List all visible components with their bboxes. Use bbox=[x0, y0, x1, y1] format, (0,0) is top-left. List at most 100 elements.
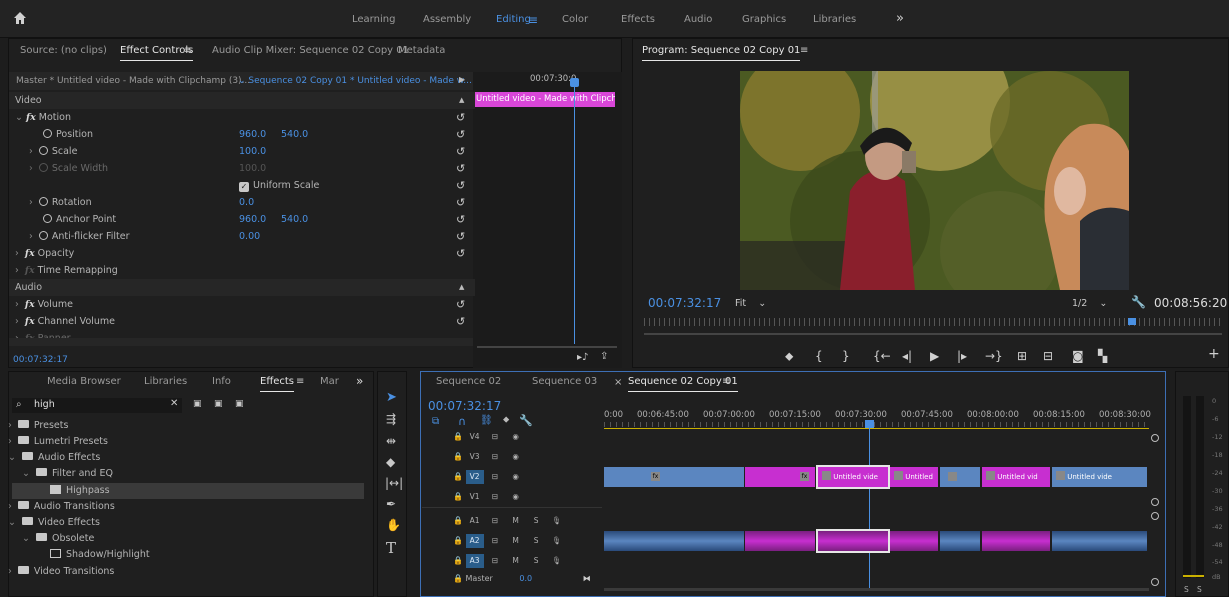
audio-clip[interactable] bbox=[745, 531, 815, 551]
stopwatch-icon[interactable] bbox=[38, 146, 48, 155]
tab-libraries[interactable]: Libraries bbox=[144, 376, 187, 387]
param-anchor-point[interactable]: Anchor Point 960.0 540.0 ↺ bbox=[9, 211, 475, 228]
mute-button[interactable]: M bbox=[507, 554, 525, 568]
track-header-master[interactable]: 🔒 Master 0.0 ⧓ bbox=[453, 570, 591, 588]
video-clip[interactable]: Untitled vid bbox=[982, 467, 1050, 487]
timeline-playhead-handle[interactable] bbox=[865, 420, 874, 428]
add-button-icon[interactable]: + bbox=[1208, 346, 1220, 362]
solo-button[interactable]: S bbox=[527, 554, 545, 568]
go-to-in-icon[interactable]: {← bbox=[873, 349, 891, 363]
linked-selection-icon[interactable]: ⛓ bbox=[480, 415, 493, 426]
mark-in-icon[interactable]: { bbox=[815, 349, 823, 363]
comparison-view-icon[interactable]: ▚ bbox=[1098, 349, 1107, 363]
solo-button[interactable]: S bbox=[527, 514, 545, 528]
workspace-editing[interactable]: Editing bbox=[496, 14, 531, 25]
sync-lock-icon[interactable]: ⊟ bbox=[486, 534, 504, 548]
effect-volume[interactable]: › fx Volume ↺ bbox=[9, 296, 475, 313]
param-uniform-scale[interactable]: ✓ Uniform Scale ↺ bbox=[9, 177, 475, 194]
video-clip-selected[interactable]: Untitled vide bbox=[816, 465, 890, 489]
chevron-right-icon[interactable]: › bbox=[8, 566, 12, 577]
mute-button[interactable]: M bbox=[507, 514, 525, 528]
slip-tool-icon[interactable]: |↔| bbox=[385, 476, 403, 490]
accelerated-effects-icon[interactable]: ▣ bbox=[193, 399, 202, 409]
lock-icon[interactable]: 🔒 bbox=[453, 472, 463, 481]
tab-info[interactable]: Info bbox=[212, 376, 231, 387]
lock-icon[interactable]: 🔒 bbox=[453, 452, 463, 461]
camera-icon[interactable]: ◙ bbox=[1072, 349, 1084, 363]
go-to-out-icon[interactable]: →} bbox=[985, 349, 1003, 363]
reset-icon[interactable]: ↺ bbox=[456, 126, 465, 143]
eye-icon[interactable]: ◉ bbox=[507, 430, 525, 444]
program-playhead[interactable] bbox=[1128, 318, 1136, 325]
yuv-effects-icon[interactable]: ▣ bbox=[235, 399, 244, 409]
hamburger-icon[interactable]: ≡ bbox=[722, 376, 730, 387]
eye-icon[interactable]: ◉ bbox=[507, 450, 525, 464]
video-clip[interactable] bbox=[940, 467, 980, 487]
lock-icon[interactable]: 🔒 bbox=[453, 432, 463, 441]
solo-right-button[interactable]: S bbox=[1197, 585, 1202, 594]
add-marker-icon[interactable]: ⬥ bbox=[785, 349, 793, 364]
workspace-assembly[interactable]: Assembly bbox=[423, 14, 471, 25]
param-rotation[interactable]: › Rotation 0.0 ↺ bbox=[9, 194, 475, 211]
reset-icon[interactable]: ↺ bbox=[456, 160, 465, 177]
audio-clip-selected[interactable] bbox=[816, 529, 890, 553]
chevron-right-icon[interactable]: › bbox=[15, 316, 19, 327]
stopwatch-icon[interactable] bbox=[43, 214, 52, 223]
audio-clip[interactable] bbox=[604, 531, 744, 551]
master-track-value[interactable]: 0.0 bbox=[519, 574, 532, 583]
collapse-arrow-icon[interactable]: ▲ bbox=[459, 279, 464, 296]
hamburger-icon[interactable]: ≡ bbox=[800, 45, 808, 56]
track-header-a1[interactable]: 🔒 A1 ⊟ M S 🎙 bbox=[453, 512, 566, 530]
reset-icon[interactable]: ↺ bbox=[456, 313, 465, 330]
timeline-horizontal-scrollbar[interactable] bbox=[604, 588, 1149, 591]
sequence-clip-dropdown[interactable]: ⌄ Sequence 02 Copy 01 * Untitled video -… bbox=[238, 76, 472, 86]
fx-icon[interactable]: fx bbox=[25, 248, 35, 259]
tree-item-video-transitions[interactable]: › Video Transitions bbox=[8, 564, 114, 580]
play-icon[interactable]: ▶ bbox=[930, 349, 939, 363]
vertical-scroll-handle[interactable] bbox=[1151, 578, 1159, 586]
vertical-scroll-handle[interactable] bbox=[1151, 434, 1159, 442]
position-x-value[interactable]: 960.0 bbox=[239, 126, 266, 143]
workspace-overflow-button[interactable]: » bbox=[896, 11, 904, 26]
anchor-y-value[interactable]: 540.0 bbox=[281, 211, 308, 228]
lift-icon[interactable]: ⊞ bbox=[1017, 349, 1027, 363]
scale-value[interactable]: 100.0 bbox=[239, 143, 266, 160]
sync-lock-icon[interactable]: ⊟ bbox=[486, 514, 504, 528]
chevron-right-icon[interactable]: › bbox=[15, 265, 19, 276]
chevron-down-icon[interactable]: ⌄ bbox=[8, 517, 16, 528]
tree-item-lumetri-presets[interactable]: › Lumetri Presets bbox=[8, 434, 108, 450]
sync-lock-icon[interactable]: ⊟ bbox=[486, 490, 504, 504]
tree-item-video-effects[interactable]: ⌄ Video Effects bbox=[8, 515, 100, 531]
chevron-right-icon[interactable]: › bbox=[8, 420, 12, 431]
workspace-color[interactable]: Color bbox=[562, 14, 588, 25]
mark-out-icon[interactable]: } bbox=[842, 349, 850, 363]
sync-lock-icon[interactable]: ⊟ bbox=[486, 430, 504, 444]
home-icon[interactable] bbox=[12, 10, 28, 26]
param-position[interactable]: Position 960.0 540.0 ↺ bbox=[9, 126, 475, 143]
work-area-bar[interactable] bbox=[604, 428, 1149, 429]
tab-effect-controls[interactable]: Effect Controls bbox=[120, 45, 194, 61]
program-video-frame[interactable] bbox=[740, 71, 1129, 290]
master-clip-label[interactable]: Master * Untitled video - Made with Clip… bbox=[16, 76, 250, 86]
eye-icon[interactable]: ◉ bbox=[507, 470, 525, 484]
effect-controls-scrollbar[interactable] bbox=[9, 338, 473, 346]
tab-sequence-02[interactable]: Sequence 02 bbox=[436, 376, 501, 387]
microphone-icon[interactable]: 🎙 bbox=[548, 534, 566, 548]
resolution-dropdown[interactable]: 1/2 ⌄ bbox=[1072, 298, 1107, 309]
anti-flicker-value[interactable]: 0.00 bbox=[239, 228, 260, 245]
effect-motion[interactable]: ⌄ fx Motion ↺ bbox=[9, 109, 475, 126]
program-monitor-title[interactable]: Program: Sequence 02 Copy 01 bbox=[642, 45, 801, 61]
workspace-learning[interactable]: Learning bbox=[352, 14, 395, 25]
reset-icon[interactable]: ↺ bbox=[456, 211, 465, 228]
reset-icon[interactable]: ↺ bbox=[456, 245, 465, 262]
program-timecode[interactable]: 00:07:32:17 bbox=[648, 296, 721, 310]
lock-icon[interactable]: 🔒 bbox=[453, 556, 463, 565]
audio-clip[interactable] bbox=[1052, 531, 1147, 551]
timeline-timecode[interactable]: 00:07:32:17 bbox=[428, 399, 501, 413]
param-anti-flicker[interactable]: › Anti-flicker Filter 0.00 ↺ bbox=[9, 228, 475, 245]
reset-icon[interactable]: ↺ bbox=[456, 143, 465, 160]
reset-icon[interactable]: ↺ bbox=[456, 296, 465, 313]
position-y-value[interactable]: 540.0 bbox=[281, 126, 308, 143]
track-header-a3[interactable]: 🔒 A3 ⊟ M S 🎙 bbox=[453, 552, 566, 570]
step-back-icon[interactable]: ◂| bbox=[902, 349, 912, 363]
